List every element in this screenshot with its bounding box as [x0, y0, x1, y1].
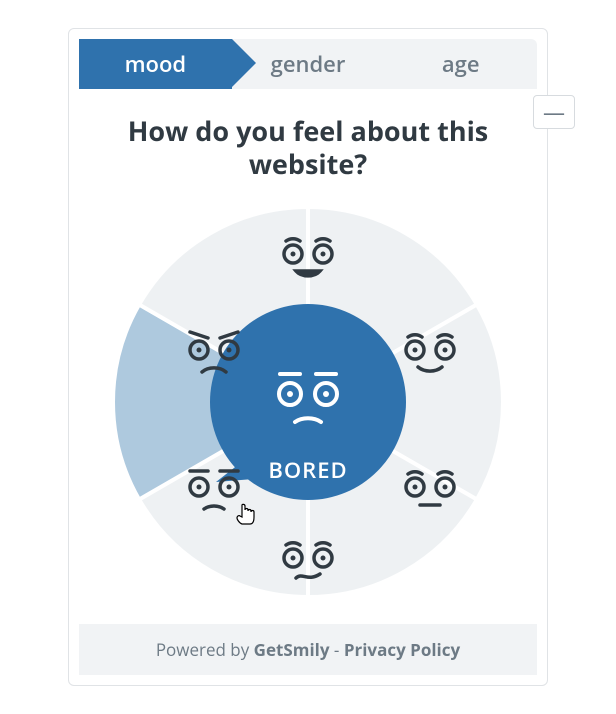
mood-wheel: BORED	[108, 202, 508, 602]
footer-powered: Powered by	[156, 638, 249, 661]
tab-gender[interactable]: gender	[232, 39, 385, 89]
footer-sep: -	[334, 638, 344, 661]
mood-wheel-container: BORED	[69, 198, 547, 624]
tab-mood[interactable]: mood	[79, 39, 232, 89]
tab-age[interactable]: age	[384, 39, 537, 89]
survey-panel: mood gender age — How do you feel about …	[68, 28, 548, 686]
mood-wheel-svg	[108, 202, 508, 602]
footer-bar: Powered by GetSmily - Privacy Policy	[79, 624, 537, 675]
tab-bar: mood gender age	[79, 39, 537, 89]
footer-brand[interactable]: GetSmily	[254, 638, 330, 661]
minimize-button[interactable]: —	[533, 95, 575, 129]
privacy-policy-link[interactable]: Privacy Policy	[344, 638, 460, 661]
survey-question: How do you feel about this website?	[69, 89, 547, 198]
